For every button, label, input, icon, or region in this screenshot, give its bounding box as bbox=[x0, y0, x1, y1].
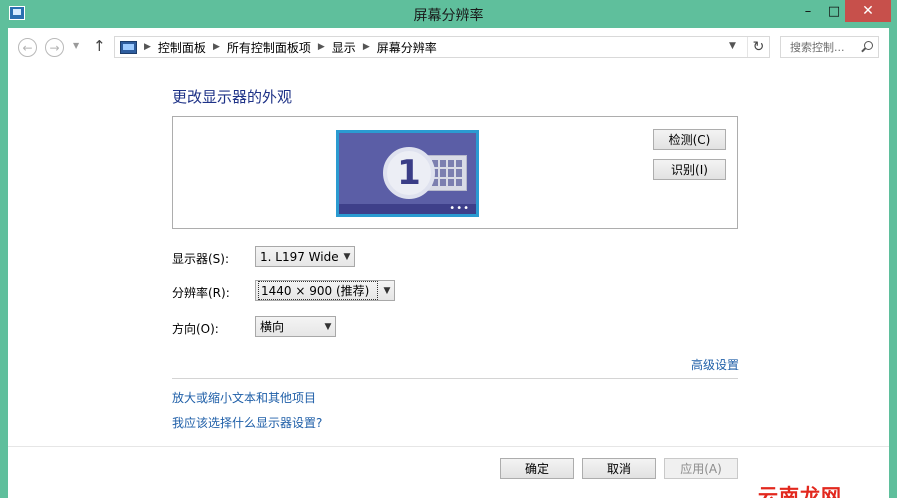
title-bar: 屏幕分辨率 – □ ✕ bbox=[0, 0, 897, 28]
address-bar[interactable]: ▶ 控制面板 ▶ 所有控制面板项 ▶ 显示 ▶ 屏幕分辨率 bbox=[114, 36, 770, 58]
window-title: 屏幕分辨率 bbox=[413, 8, 484, 24]
resolution-select[interactable]: 1440 × 900 (推荐) ▼ bbox=[255, 280, 395, 301]
monitor-screen: 1 ••• bbox=[339, 133, 476, 214]
resolution-label: 分辨率(R): bbox=[172, 286, 230, 300]
window-body: ← → ▼ ↑ ▶ 控制面板 ▶ 所有控制面板项 ▶ 显示 ▶ 屏幕分辨率 ▼ … bbox=[8, 28, 889, 498]
forward-button[interactable]: → bbox=[45, 38, 64, 57]
text-size-link[interactable]: 放大或缩小文本和其他项目 bbox=[172, 389, 316, 406]
breadcrumb-control-panel[interactable]: 控制面板 bbox=[158, 39, 206, 56]
breadcrumb-all-items[interactable]: 所有控制面板项 bbox=[227, 39, 311, 56]
chevron-down-icon: ▼ bbox=[343, 251, 351, 262]
advanced-settings-link[interactable]: 高级设置 bbox=[691, 356, 739, 373]
maximize-button[interactable]: □ bbox=[821, 0, 847, 22]
up-button[interactable]: ↑ bbox=[93, 37, 106, 55]
apply-button[interactable]: 应用(A) bbox=[664, 458, 738, 479]
footer-divider bbox=[8, 446, 889, 447]
cancel-button[interactable]: 取消 bbox=[582, 458, 656, 479]
refresh-button[interactable]: ↻ bbox=[747, 37, 769, 57]
identify-button[interactable]: 识别(I) bbox=[653, 159, 726, 180]
back-button[interactable]: ← bbox=[18, 38, 37, 57]
chevron-down-icon: ▼ bbox=[324, 321, 332, 332]
watermark-logo: 云南龙网 bbox=[758, 484, 842, 498]
breadcrumb-display[interactable]: 显示 bbox=[332, 39, 356, 56]
monitor-number-badge: 1 bbox=[383, 147, 435, 199]
resolution-select-value: 1440 × 900 (推荐) bbox=[258, 281, 378, 300]
monitor-icon[interactable]: 1 ••• bbox=[336, 130, 479, 217]
close-button[interactable]: ✕ bbox=[845, 0, 891, 22]
divider bbox=[172, 378, 738, 379]
monitor-preview-panel: 1 ••• 检测(C) 识别(I) bbox=[172, 116, 738, 229]
address-dropdown-icon[interactable]: ▼ bbox=[729, 41, 736, 51]
navigation-bar: ← → ▼ ↑ ▶ 控制面板 ▶ 所有控制面板项 ▶ 显示 ▶ 屏幕分辨率 ▼ … bbox=[8, 28, 889, 66]
breadcrumb-separator-icon[interactable]: ▶ bbox=[318, 42, 325, 52]
display-select-value: 1. L197 Wide bbox=[260, 249, 339, 264]
monitor-dots-icon: ••• bbox=[449, 203, 470, 214]
control-panel-icon bbox=[120, 40, 137, 54]
search-box[interactable]: 搜索控制... bbox=[780, 36, 879, 58]
display-select[interactable]: 1. L197 Wide ▼ bbox=[255, 246, 355, 267]
search-icon[interactable] bbox=[860, 40, 874, 54]
detect-button[interactable]: 检测(C) bbox=[653, 129, 726, 150]
search-input[interactable]: 搜索控制... bbox=[790, 39, 856, 55]
display-label: 显示器(S): bbox=[172, 252, 230, 266]
orientation-label: 方向(O): bbox=[172, 322, 219, 336]
orientation-select-value: 横向 bbox=[260, 320, 285, 334]
page-title: 更改显示器的外观 bbox=[172, 88, 293, 106]
breadcrumb-separator-icon[interactable]: ▶ bbox=[144, 42, 151, 52]
breadcrumb-separator-icon[interactable]: ▶ bbox=[213, 42, 220, 52]
minimize-button[interactable]: – bbox=[795, 0, 821, 22]
chevron-down-icon: ▼ bbox=[383, 285, 391, 296]
orientation-select[interactable]: 横向 ▼ bbox=[255, 316, 336, 337]
ok-button[interactable]: 确定 bbox=[500, 458, 574, 479]
recent-locations-dropdown-icon[interactable]: ▼ bbox=[73, 41, 79, 50]
which-settings-link[interactable]: 我应该选择什么显示器设置? bbox=[172, 414, 322, 431]
breadcrumb-screen-resolution[interactable]: 屏幕分辨率 bbox=[377, 39, 437, 56]
breadcrumb-separator-icon[interactable]: ▶ bbox=[363, 42, 370, 52]
